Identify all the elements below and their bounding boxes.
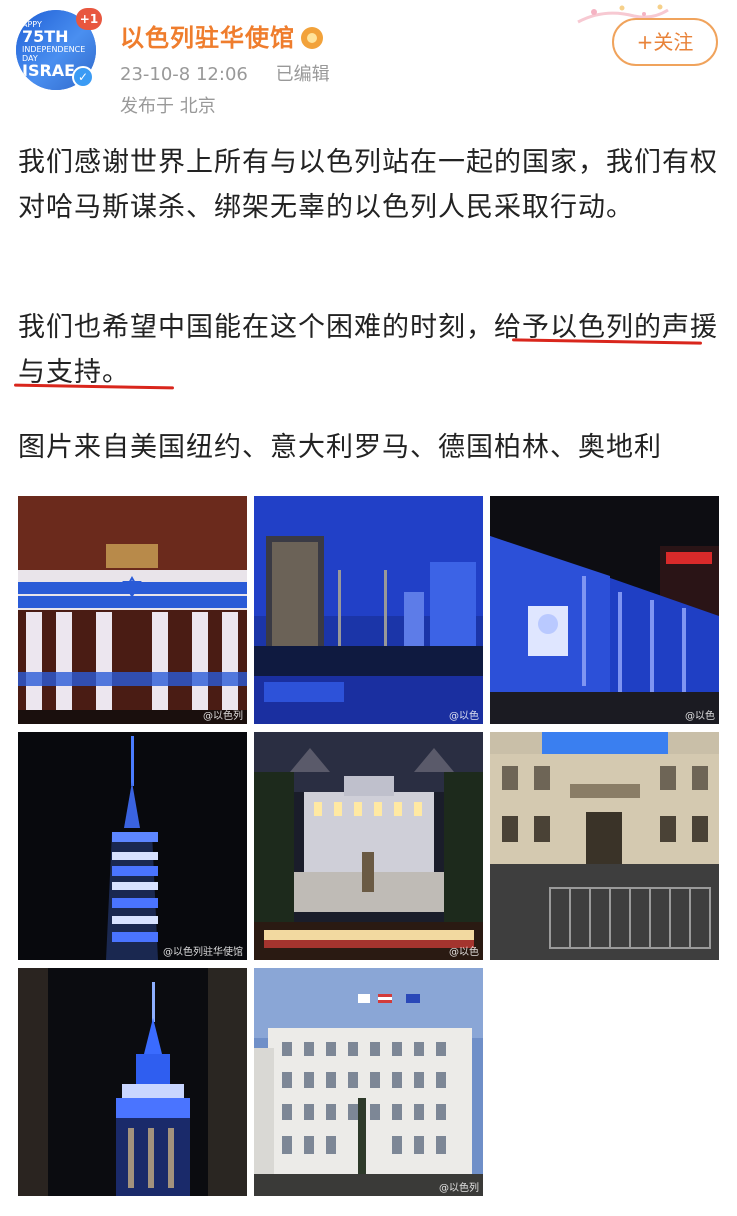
post-paragraph-3: 图片来自美国纽约、意大利罗马、德国柏林、奥地利 [18,432,662,463]
image-brandenburg-gate[interactable]: @以色列 [18,496,247,724]
museum-blue-image [490,496,719,724]
image-palazzo-rome[interactable] [490,732,719,960]
one-world-trade-center-image [18,732,247,960]
image-grid: @以色列 @以色 @以色 @以色列驻华使馆 @以色 @以色列 [18,496,719,1200]
avatar-line2: 75TH [22,27,69,46]
image-watermark: @以色 [449,947,479,958]
skyline-blue-image [254,496,483,724]
edited-label[interactable]: 已编辑 [276,64,330,85]
post-location: 发布于 北京 [120,96,216,117]
vienna-building-image [254,968,483,1196]
author-name[interactable]: 以色列驻华使馆 [120,18,323,53]
image-one-world-trade-center[interactable]: @以色列驻华使馆 [18,732,247,960]
image-vienna-building[interactable]: @以色列 [254,968,483,1196]
image-skyline-blue[interactable]: @以色 [254,496,483,724]
image-watermark: @以色列 [439,1183,479,1194]
image-capitol-building[interactable]: @以色 [254,732,483,960]
author-name-text[interactable]: 以色列驻华使馆 [120,24,295,52]
image-watermark: @以色列驻华使馆 [163,947,243,958]
follow-button[interactable]: +关注 [612,18,718,66]
verified-icon: ✓ [72,66,94,88]
image-watermark: @以色 [685,711,715,722]
image-watermark: @以色列 [203,711,243,722]
capitol-building-image [254,732,483,960]
brandenburg-gate-image [18,496,247,724]
post-paragraph-2: 我们也希望中国能在这个困难的时刻，给予以色列的声援与支持。 [18,312,718,388]
image-watermark: @以色 [449,711,479,722]
avatar-update-badge: +1 [76,8,102,30]
post-header: APPY 75TH INDEPENDENCE DAY ISRAE +1 ✓ 以色… [0,0,737,120]
image-museum-blue[interactable]: @以色 [490,496,719,724]
empire-state-building-image [18,968,247,1196]
post-meta: 23-10-8 12:06 已编辑 [120,60,330,86]
post-timestamp: 23-10-8 12:06 [120,64,248,85]
avatar-line3: INDEPENDENCE [22,45,86,54]
image-empire-state-building[interactable] [18,968,247,1196]
palazzo-rome-image [490,732,719,960]
medal-icon [301,27,323,49]
post-paragraph-1: 我们感谢世界上所有与以色列站在一起的国家，我们有权对哈马斯谋杀、绑架无辜的以色列… [18,147,718,223]
